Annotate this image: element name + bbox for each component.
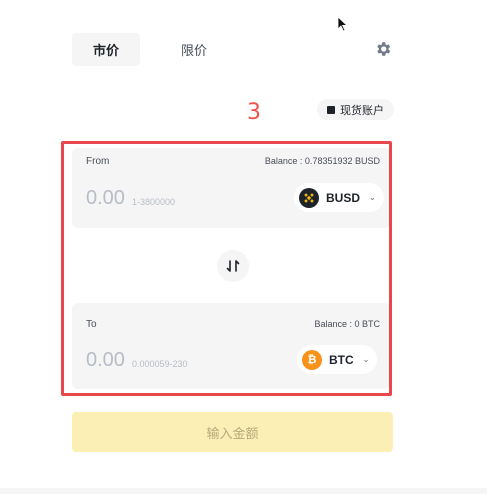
gear-icon[interactable]	[374, 40, 392, 58]
tab-limit[interactable]: 限价	[160, 33, 228, 66]
tab-market[interactable]: 市价	[72, 33, 140, 66]
step-annotation: 3	[247, 100, 261, 125]
cursor-icon	[337, 16, 349, 32]
bottom-divider	[0, 488, 487, 494]
spot-account-label: 现货账户	[340, 104, 384, 117]
enter-amount-button[interactable]: 输入金额	[72, 412, 393, 452]
highlight-frame	[61, 141, 392, 396]
wallet-icon	[327, 105, 335, 114]
spot-account-chip[interactable]: 现货账户	[317, 99, 394, 120]
